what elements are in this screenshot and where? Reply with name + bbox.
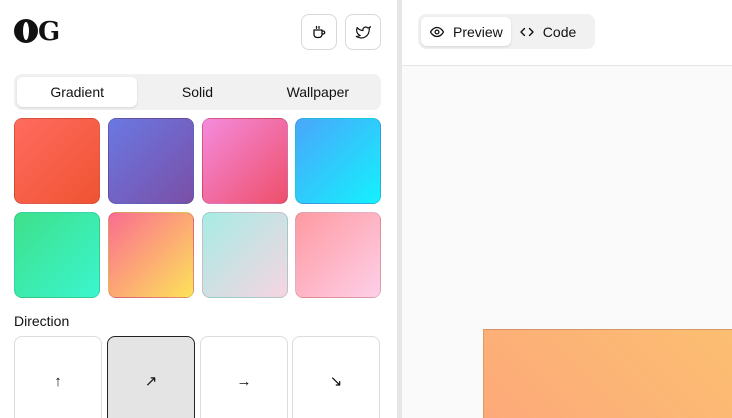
tab-gradient[interactable]: Gradient xyxy=(17,77,138,107)
gradient-swatch[interactable] xyxy=(202,118,288,204)
direction-up-button[interactable]: ↑ xyxy=(14,336,102,418)
code-mode-label: Code xyxy=(542,23,577,40)
eye-icon xyxy=(429,26,445,37)
logo-g-mark: G xyxy=(38,17,60,47)
preview-panel: Preview Code xyxy=(402,0,732,418)
gradient-swatch[interactable] xyxy=(14,118,100,204)
gradient-swatch[interactable] xyxy=(295,118,381,204)
logo-o-mark xyxy=(14,19,38,43)
gradient-swatch[interactable] xyxy=(108,118,194,204)
code-icon xyxy=(520,27,534,36)
preview-mode-button[interactable]: Preview xyxy=(421,17,511,46)
twitter-icon xyxy=(355,26,371,39)
og-image-preview xyxy=(483,329,732,418)
tab-wallpaper[interactable]: Wallpaper xyxy=(258,77,378,107)
direction-right-button[interactable]: → xyxy=(200,336,288,418)
gradient-swatch[interactable] xyxy=(14,212,100,298)
code-mode-button[interactable]: Code xyxy=(511,17,584,46)
preview-mode-label: Preview xyxy=(453,23,503,40)
direction-down-right-button[interactable]: ↘ xyxy=(292,336,380,418)
background-type-tabs: Gradient Solid Wallpaper xyxy=(14,74,381,110)
tab-solid[interactable]: Solid xyxy=(137,77,257,107)
twitter-button[interactable] xyxy=(345,14,381,50)
viewer-toolbar: Preview Code xyxy=(402,0,732,66)
gradient-swatch[interactable] xyxy=(202,212,288,298)
settings-panel: G Gradient Solid Wallpaper Direction ↑ ↗… xyxy=(0,0,397,418)
direction-up-right-button[interactable]: ↗ xyxy=(107,336,195,418)
coffee-button[interactable] xyxy=(301,14,337,50)
coffee-cup-icon xyxy=(313,25,326,39)
view-mode-toggle: Preview Code xyxy=(418,14,595,49)
gradient-swatch[interactable] xyxy=(108,212,194,298)
direction-label: Direction xyxy=(14,313,70,329)
app-logo: G xyxy=(14,17,60,47)
gradient-swatch[interactable] xyxy=(295,212,381,298)
